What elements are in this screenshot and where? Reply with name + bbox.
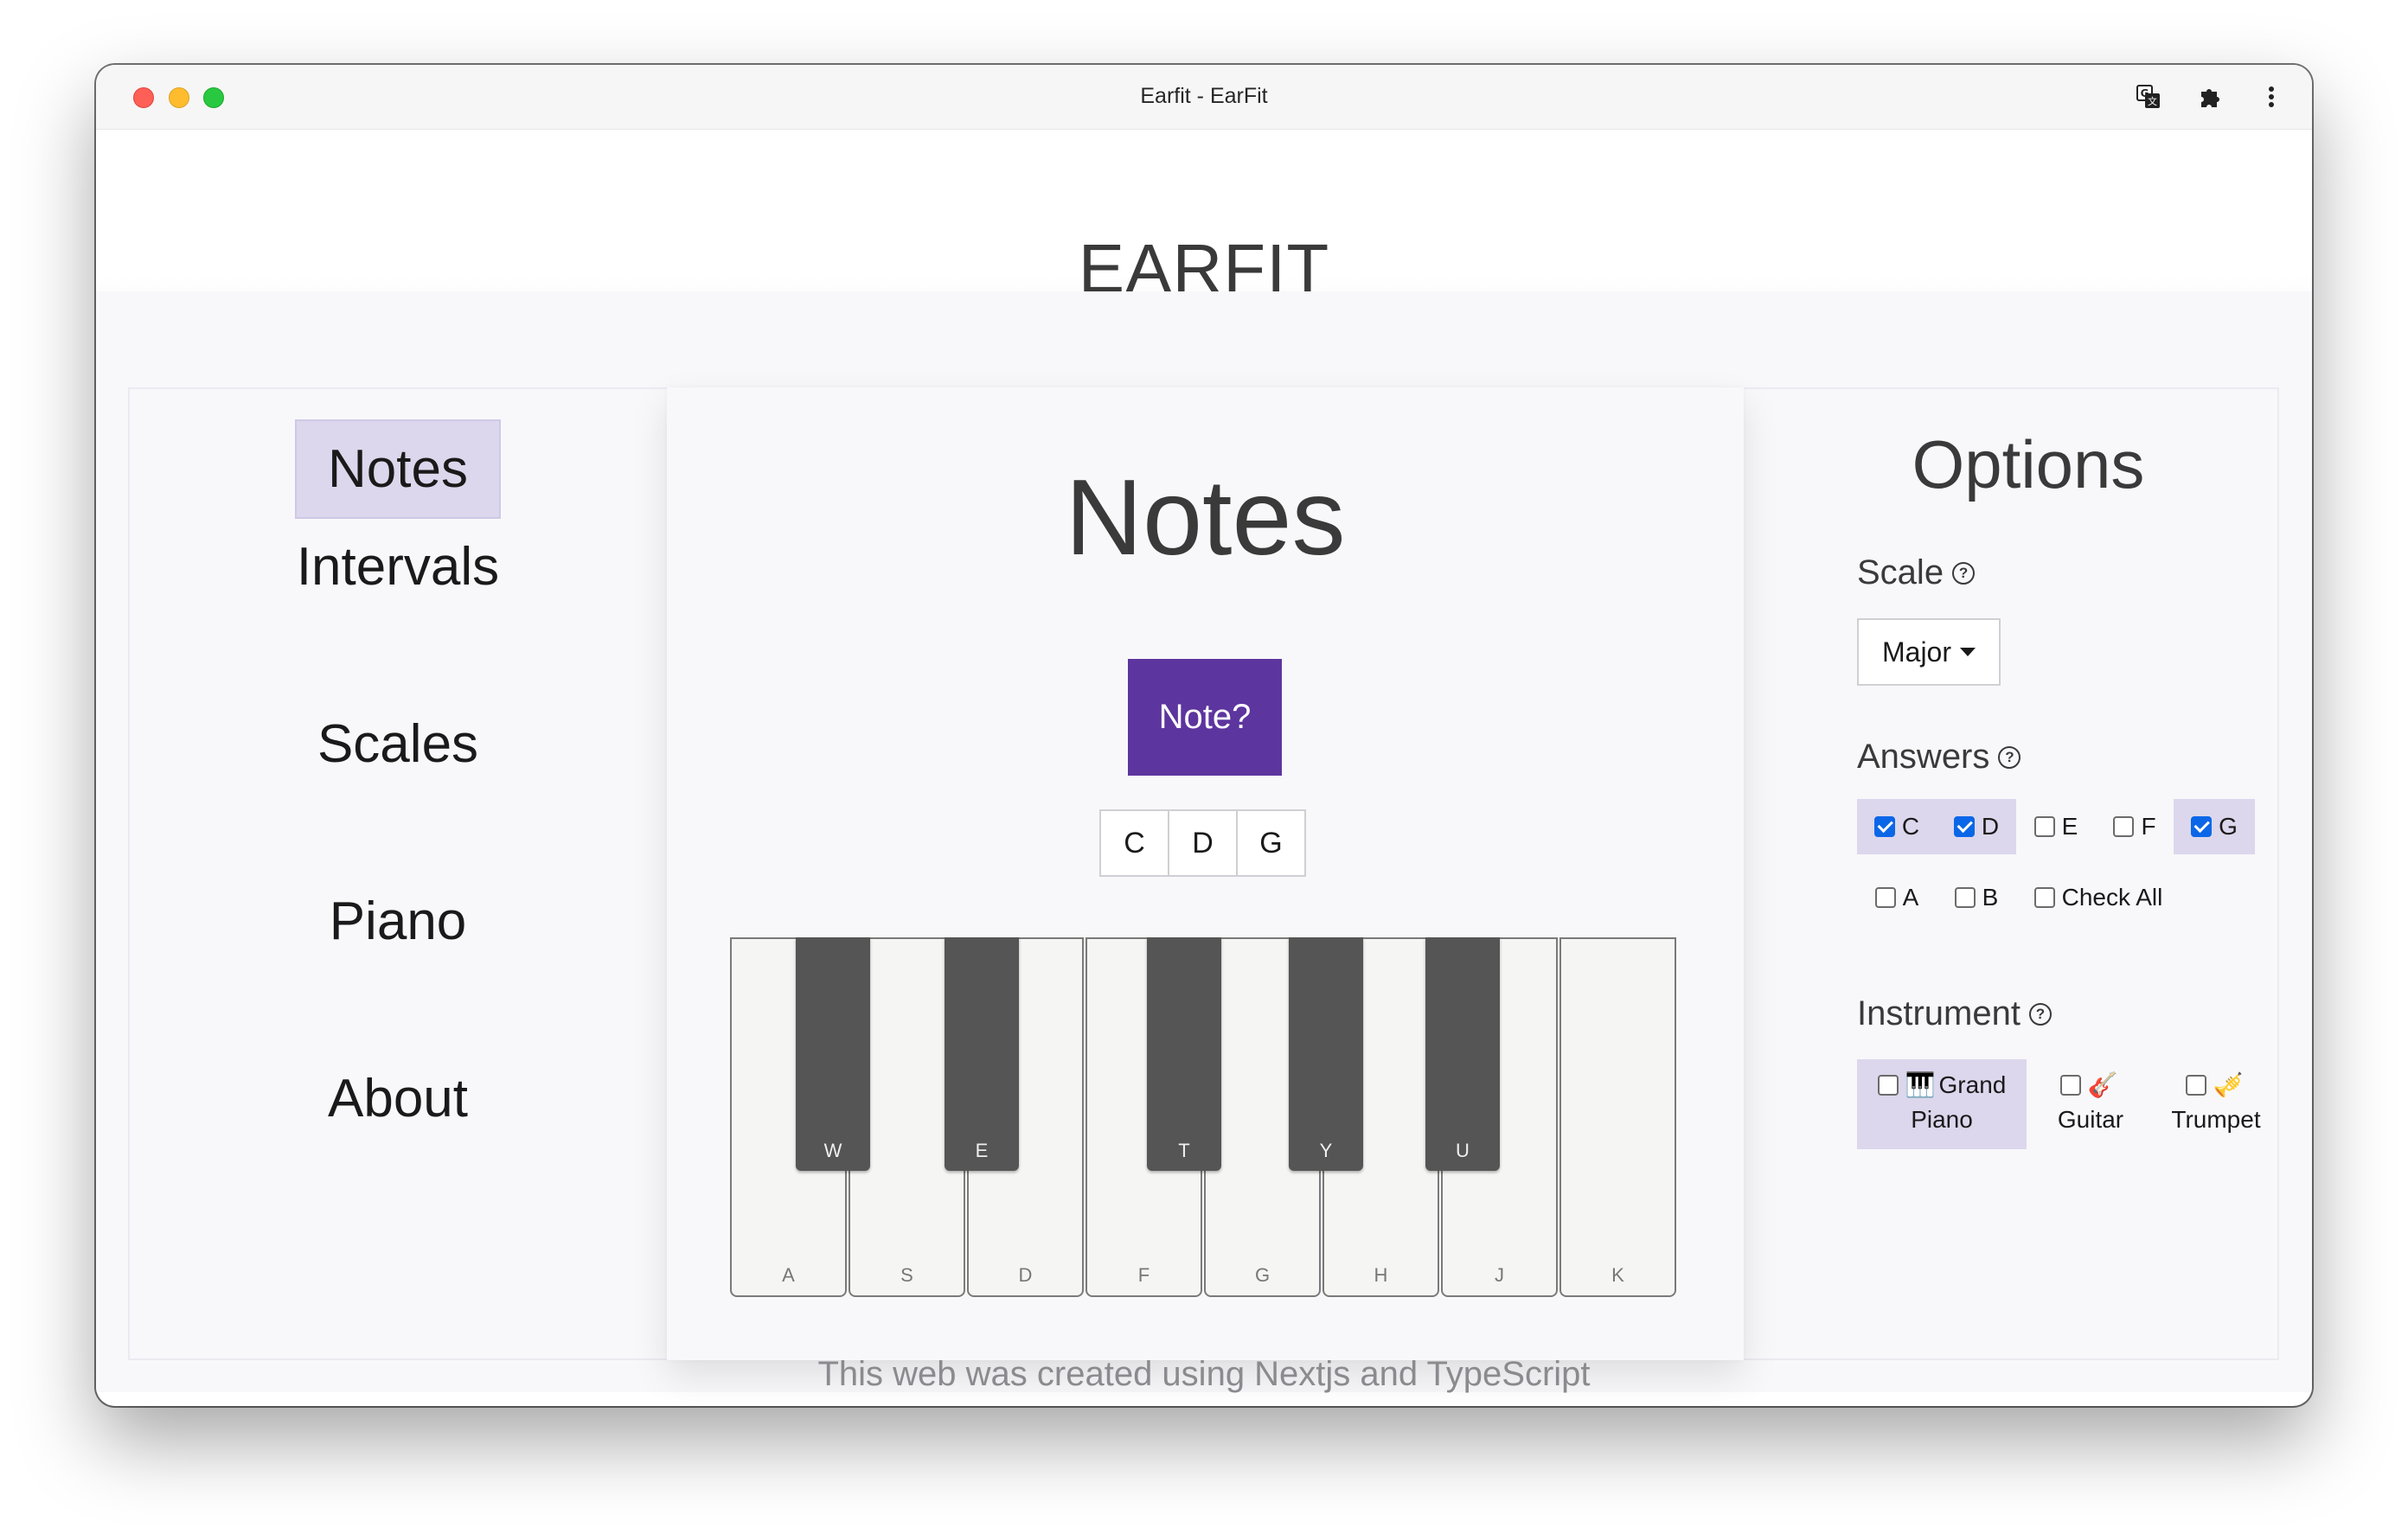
- piano-black-key-w[interactable]: W: [796, 937, 870, 1171]
- more-menu-icon[interactable]: [2255, 80, 2288, 113]
- check-all-checkbox[interactable]: Check All: [2016, 870, 2181, 925]
- answer-checkbox-c[interactable]: C: [1857, 799, 1937, 854]
- answer-checkbox-g[interactable]: G: [2174, 799, 2255, 854]
- sidebar-item-about[interactable]: About: [130, 1068, 666, 1129]
- piano-black-key-t[interactable]: T: [1147, 937, 1221, 1171]
- piano-keyboard: A S D F G H J K W E T Y U: [730, 937, 1681, 1299]
- answer-checkbox-e[interactable]: E: [2016, 799, 2096, 854]
- instrument-label: Instrument ?: [1857, 994, 2052, 1033]
- instrument-trumpet[interactable]: 🎺 Trumpet: [2151, 1059, 2281, 1149]
- guitar-icon: 🎸: [2087, 1071, 2118, 1098]
- card-title: Notes: [1065, 458, 1346, 578]
- sidebar: Notes Intervals Scales Piano About: [130, 389, 666, 1358]
- footer-text: This web was created using Nextjs and Ty…: [817, 1355, 1591, 1393]
- title-bar: Earfit - EarFit G文: [96, 65, 2312, 130]
- answers-label: Answers ?: [1857, 738, 2021, 777]
- checkbox-checked-icon: [1877, 1075, 1899, 1096]
- answer-button-c[interactable]: C: [1099, 809, 1169, 877]
- sidebar-item-intervals[interactable]: Intervals: [130, 536, 666, 598]
- translate-icon[interactable]: G文: [2132, 80, 2165, 113]
- checkbox-checked-icon: [1873, 816, 1895, 837]
- piano-icon: 🎹: [1905, 1071, 1936, 1098]
- scale-dropdown[interactable]: Major: [1857, 618, 2001, 686]
- svg-text:文: 文: [2148, 95, 2157, 107]
- instrument-guitar[interactable]: 🎸 Guitar: [2030, 1059, 2151, 1149]
- checkbox-icon: [2059, 1075, 2081, 1096]
- scale-label: Scale ?: [1857, 553, 1976, 592]
- checkbox-icon: [2033, 887, 2055, 908]
- answer-checkbox-b[interactable]: B: [1937, 870, 2016, 925]
- piano-black-key-u[interactable]: U: [1425, 937, 1500, 1171]
- checkbox-icon: [2185, 1075, 2206, 1096]
- answer-button-g[interactable]: G: [1236, 809, 1306, 877]
- checkbox-checked-icon: [2191, 816, 2213, 837]
- puzzle-icon[interactable]: [2194, 80, 2227, 113]
- sidebar-item-piano[interactable]: Piano: [130, 891, 666, 952]
- play-note-button[interactable]: Note?: [1128, 659, 1282, 776]
- options-panel: Options Scale ? Major Answers ? C D E F …: [1777, 389, 2279, 1358]
- answer-checkbox-f[interactable]: F: [2096, 799, 2174, 854]
- checkbox-icon: [1954, 887, 1976, 908]
- window-title: Earfit - EarFit: [1140, 84, 1268, 108]
- page-content: Notes Intervals Scales Piano About Optio…: [96, 291, 2312, 1393]
- checkbox-icon: [1874, 887, 1896, 908]
- piano-white-key-k[interactable]: K: [1559, 937, 1676, 1297]
- answer-button-d[interactable]: D: [1168, 809, 1238, 877]
- piano-black-key-e[interactable]: E: [945, 937, 1019, 1171]
- trumpet-icon: 🎺: [2213, 1071, 2244, 1098]
- browser-window: Earfit - EarFit G文 EARFIT Notes Interval…: [96, 65, 2312, 1406]
- options-title: Options: [1912, 426, 2145, 502]
- piano-black-key-y[interactable]: Y: [1289, 937, 1363, 1171]
- answer-buttons: C D G: [1099, 809, 1306, 877]
- answers-help-icon[interactable]: ?: [1998, 745, 2021, 769]
- instrument-help-icon[interactable]: ?: [2028, 1002, 2052, 1026]
- sidebar-item-notes[interactable]: Notes: [130, 419, 666, 519]
- answer-checkbox-d[interactable]: D: [1937, 799, 2016, 854]
- sidebar-item-scales[interactable]: Scales: [130, 713, 666, 775]
- instrument-grand-piano[interactable]: 🎹 Grand Piano: [1857, 1059, 2027, 1149]
- answer-checkbox-a[interactable]: A: [1857, 870, 1937, 925]
- caret-down-icon: [1960, 648, 1976, 656]
- notes-card: Notes Note? C D G A S D F G H J K W E T …: [667, 387, 1744, 1360]
- scale-help-icon[interactable]: ?: [1952, 561, 1976, 585]
- checkbox-icon: [2033, 816, 2055, 837]
- checkbox-icon: [2113, 816, 2135, 837]
- checkbox-checked-icon: [1953, 816, 1975, 837]
